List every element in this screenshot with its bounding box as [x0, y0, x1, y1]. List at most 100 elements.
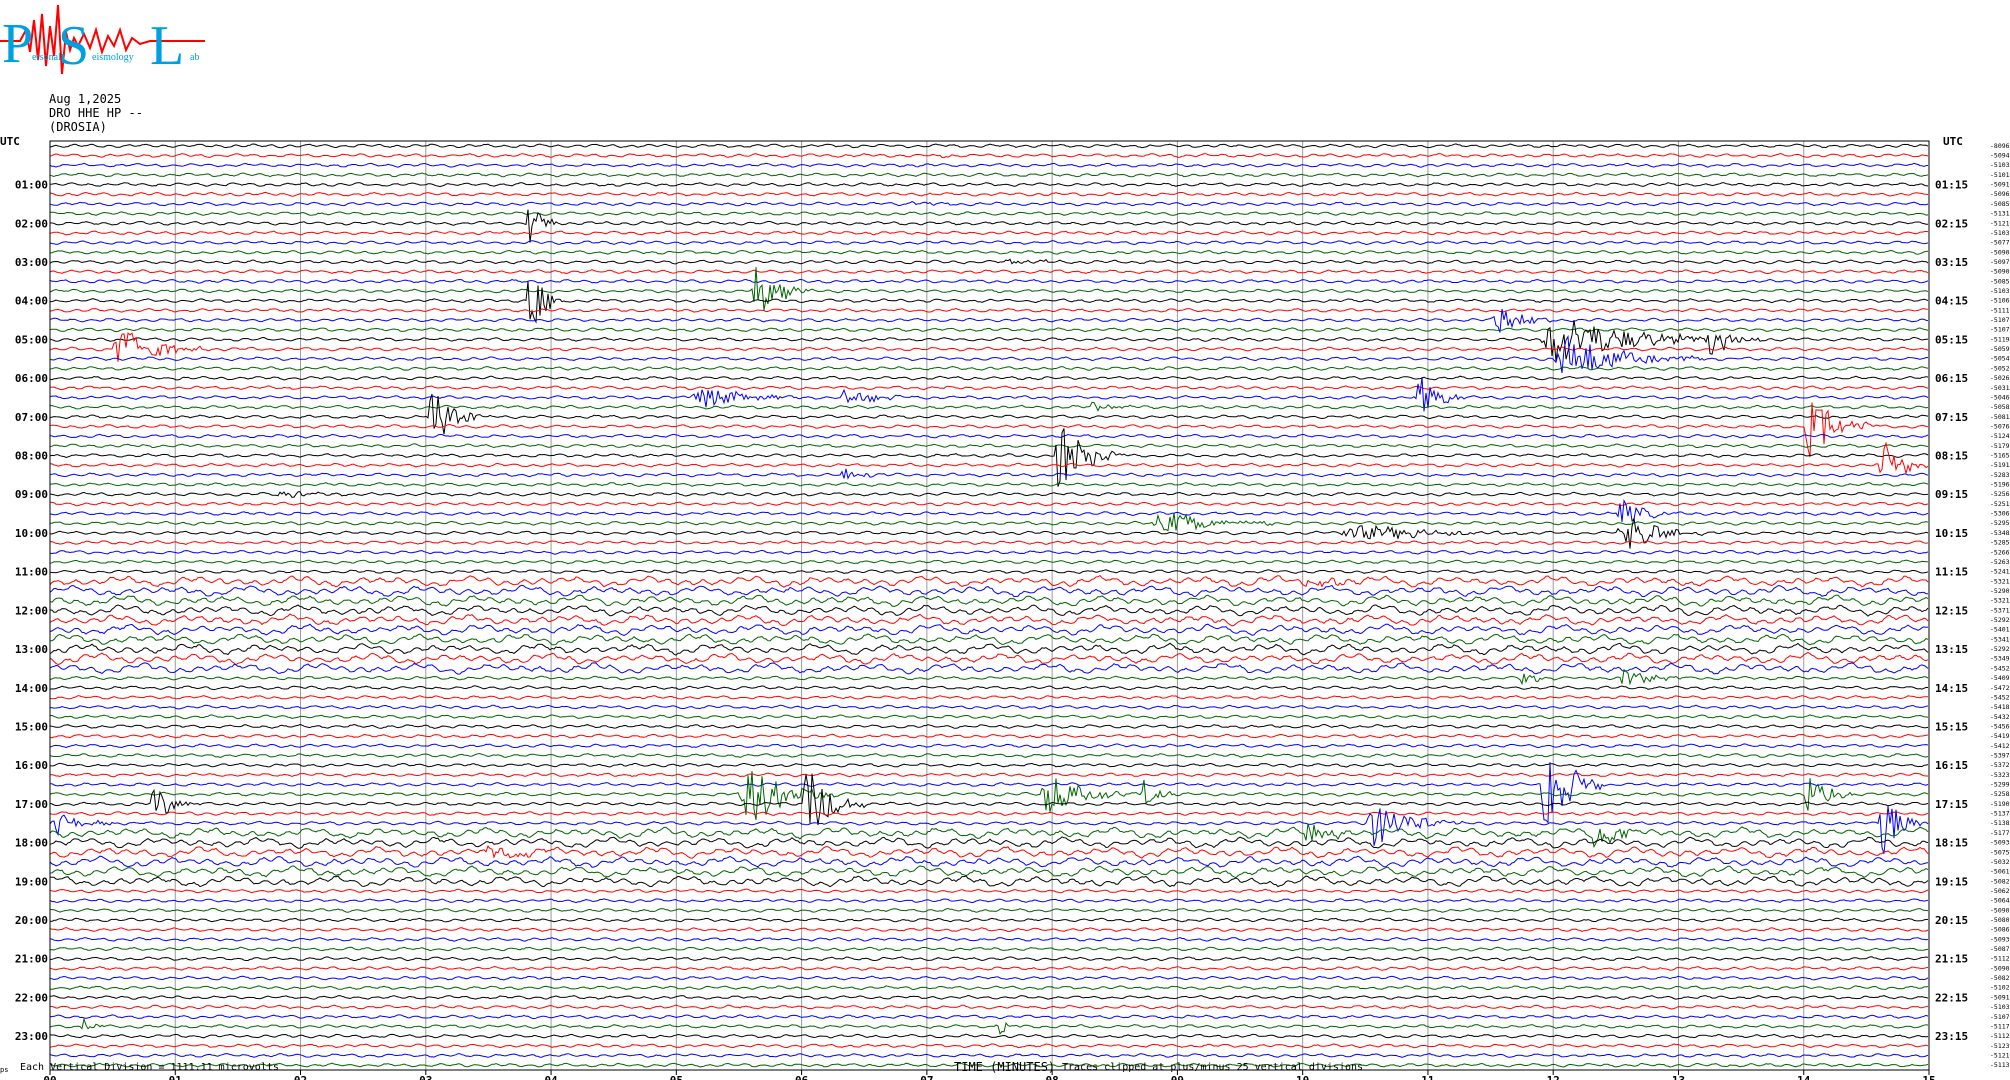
trace-line	[49, 327, 1929, 333]
trace-line	[49, 668, 1929, 686]
left-time-label: 10:00	[15, 527, 48, 540]
offset-label: -5093	[1990, 839, 2010, 847]
offset-label: -5124	[1990, 432, 2010, 440]
offset-label: -5103	[1990, 287, 2010, 295]
offset-label: -5258	[1990, 790, 2010, 798]
trace-line	[49, 433, 1929, 439]
right-time-label: 07:15	[1935, 411, 1968, 424]
left-time-label: 22:00	[15, 991, 48, 1004]
offset-label: -5121	[1990, 1051, 2010, 1059]
offset-label: -5292	[1990, 616, 2010, 624]
offset-label: -5112	[1990, 1032, 2010, 1040]
offset-label: -5107	[1990, 316, 2010, 324]
offset-label: -5091	[1990, 181, 2010, 189]
trace-line	[49, 584, 1929, 598]
trace-line	[49, 927, 1929, 933]
trace-lines	[49, 143, 1929, 1068]
x-tick-label-07: 07	[920, 1074, 933, 1080]
trace-line	[49, 685, 1929, 691]
offset-label: -5082	[1990, 877, 2010, 885]
left-time-label: 05:00	[15, 333, 48, 346]
trace-line	[49, 762, 1929, 768]
trace-line	[49, 1014, 1929, 1020]
offset-label: -5111	[1990, 306, 2010, 314]
offset-label: -5341	[1990, 635, 2010, 643]
offset-label: -5091	[1990, 993, 2010, 1001]
trace-line	[49, 468, 1929, 480]
left-time-label: 19:00	[15, 875, 48, 888]
trace-line	[49, 428, 1929, 487]
offset-label: -5026	[1990, 374, 2010, 382]
right-time-label: 22:15	[1935, 991, 1968, 1004]
right-time-label: 15:15	[1935, 720, 1968, 733]
right-time-label: 18:15	[1935, 837, 1968, 850]
left-time-label: 18:00	[15, 837, 48, 850]
offset-label: -5058	[1990, 403, 2010, 411]
trace-line	[49, 594, 1929, 608]
trace-line	[49, 182, 1929, 188]
trace-line	[49, 240, 1929, 246]
right-time-label: 05:15	[1935, 333, 1968, 346]
x-tick-label-14: 14	[1797, 1074, 1811, 1080]
trace-line	[49, 569, 1929, 575]
offset-label: -5032	[1990, 858, 2010, 866]
trace-line	[49, 1017, 1929, 1035]
left-time-label: 12:00	[15, 604, 48, 617]
offset-label: -5401	[1990, 626, 2010, 634]
trace-line	[49, 753, 1929, 758]
left-time-label: 17:00	[15, 798, 48, 811]
right-time-label: 03:15	[1935, 256, 1968, 269]
left-time-label: 11:00	[15, 566, 48, 579]
offset-label: -5103	[1990, 229, 2010, 237]
x-tick-label-13: 13	[1672, 1074, 1685, 1080]
trace-line	[49, 443, 1929, 449]
trace-line	[49, 375, 1929, 381]
trace-line	[49, 865, 1929, 879]
offset-label: -5076	[1990, 422, 2010, 430]
offset-label: -5349	[1990, 655, 2010, 663]
offset-label: -5138	[1990, 819, 2010, 827]
offset-label: -5432	[1990, 713, 2010, 721]
trace-line	[49, 307, 1929, 313]
trace-line	[49, 875, 1929, 888]
trace-line	[49, 559, 1929, 565]
offset-label: -5086	[1990, 926, 2010, 934]
trace-line	[49, 733, 1929, 739]
offset-label: -5031	[1990, 384, 2010, 392]
trace-line	[49, 191, 1929, 197]
trace-line	[49, 613, 1929, 627]
offset-label: -5397	[1990, 751, 2010, 759]
trace-line	[49, 1043, 1929, 1049]
x-tick-label-06: 06	[795, 1074, 809, 1080]
offset-label: -5103	[1990, 1003, 2010, 1011]
offset-label: -5419	[1990, 732, 2010, 740]
left-time-label: 23:00	[15, 1030, 48, 1043]
offset-label: -5096	[1990, 190, 2010, 198]
right-time-label: 04:15	[1935, 295, 1968, 308]
trace-line	[49, 994, 1929, 1000]
right-time-label: 13:15	[1935, 643, 1968, 656]
right-time-label: 21:15	[1935, 953, 1968, 966]
right-time-label: 08:15	[1935, 450, 1968, 463]
left-time-label: 16:00	[15, 759, 48, 772]
offset-label: -5177	[1990, 829, 2010, 837]
trace-line	[49, 773, 1929, 826]
helicorder-plot: 00 01 02 03 04 05 06 07 08 09 10 11 12 13 14 15 UTC UTC 01…	[0, 135, 2010, 1080]
x-tick-label-04: 04	[544, 1074, 558, 1080]
trace-line	[49, 401, 1929, 412]
offset-label: -5090	[1990, 248, 2010, 256]
offset-label: -5097	[1990, 258, 2010, 266]
x-tick-label-00: 00	[43, 1074, 56, 1080]
right-time-label: 23:15	[1935, 1030, 1968, 1043]
trace-line	[49, 209, 1929, 243]
right-time-label: 10:15	[1935, 527, 1968, 540]
trace-line	[49, 278, 1929, 284]
trace-line	[49, 162, 1929, 168]
left-time-label: 03:00	[15, 256, 48, 269]
offset-label: -5107	[1990, 326, 2010, 334]
x-tick-label-09: 09	[1171, 1074, 1184, 1080]
x-axis-title: TIME (MINUTES)	[954, 1060, 1056, 1074]
left-time-label: 15:00	[15, 720, 48, 733]
offset-label: -5061	[1990, 868, 2010, 876]
right-time-label: 02:15	[1935, 217, 1968, 230]
